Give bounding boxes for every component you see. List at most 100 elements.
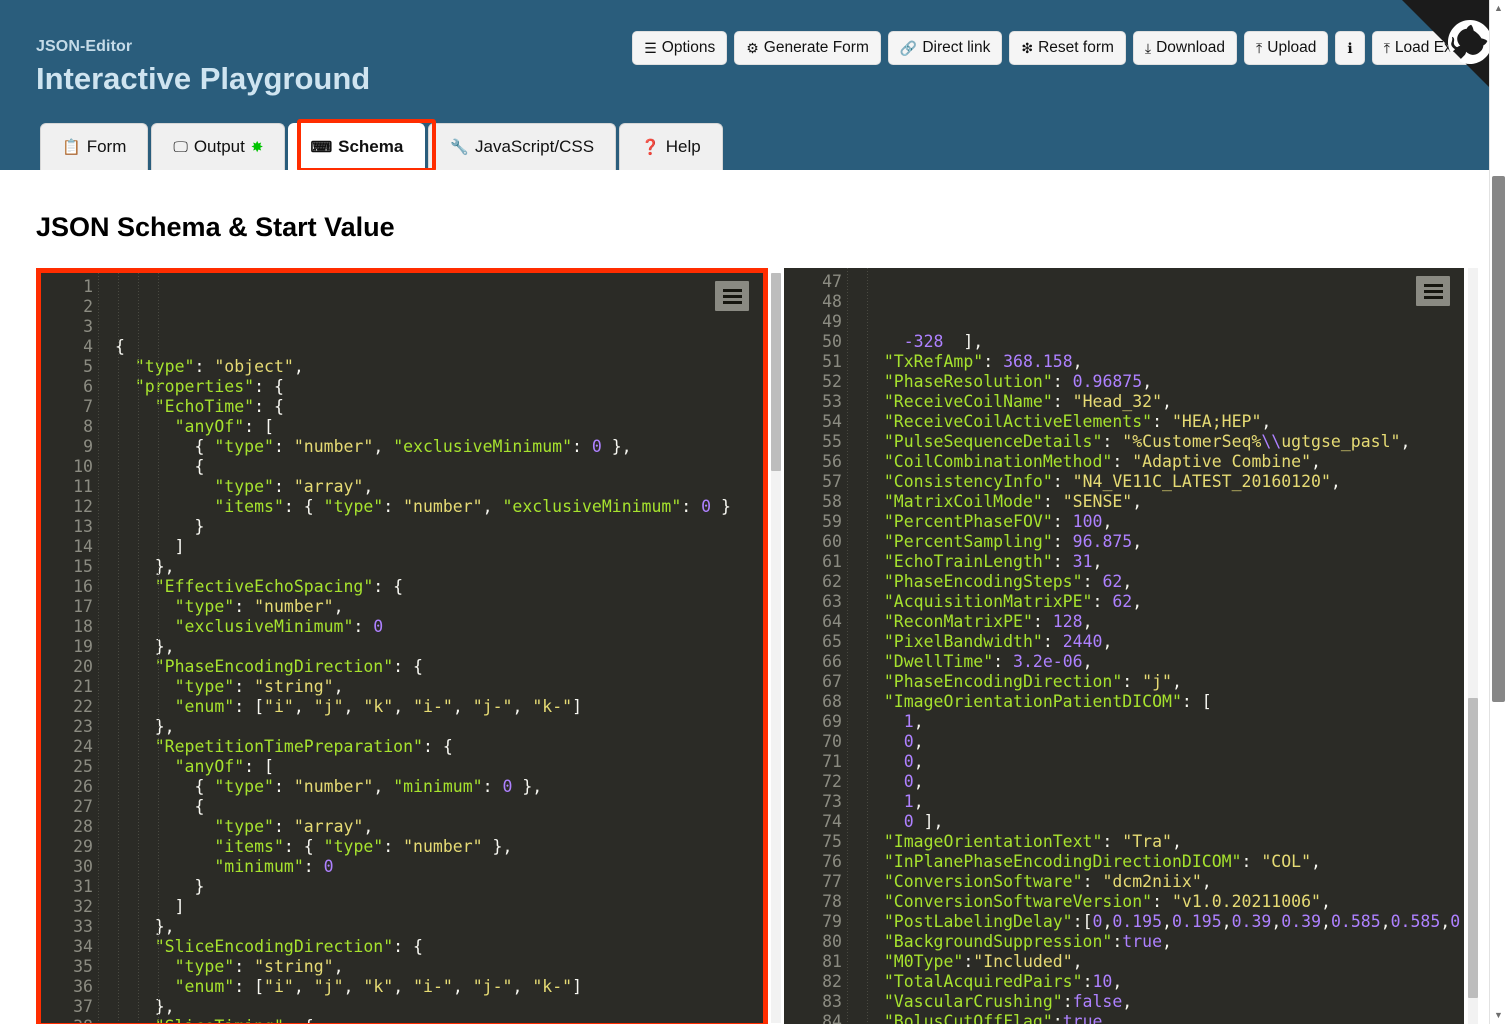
code-token: "exclusiveMinimum" — [502, 497, 682, 516]
code-token: "array" — [293, 477, 364, 496]
code-token: "SliceTiming" — [155, 1017, 284, 1023]
line-number: 4▾ — [41, 337, 109, 357]
code-token: true — [1122, 932, 1163, 951]
code-token: "ReceiveCoilName" — [883, 392, 1053, 411]
code-token: , — [293, 697, 314, 716]
code-token: "EchoTime" — [154, 397, 255, 416]
line-number: 80 — [822, 932, 842, 951]
section-title: JSON Schema & Start Value — [36, 212, 395, 242]
code-token: , — [1132, 492, 1143, 511]
code-token: "type" — [323, 497, 384, 516]
code-token: : — [1042, 632, 1063, 651]
code-token: , — [482, 497, 503, 516]
code-token: "type" — [214, 817, 274, 836]
code-token: : — [1052, 532, 1073, 551]
code-token: , — [373, 777, 394, 796]
code-token: "j" — [313, 977, 344, 996]
code-token: : — [1082, 872, 1103, 891]
line-number: 5▾ — [41, 357, 109, 377]
code-token: , — [1122, 992, 1133, 1011]
page-scrollbar-thumb[interactable] — [1492, 176, 1505, 702]
generate-form-button[interactable]: ⚙ Generate Form — [734, 31, 881, 65]
code-line: "ReconMatrixPE": 128, — [864, 612, 1464, 632]
startval-editor-menu-button[interactable] — [1416, 276, 1450, 306]
schema-editor[interactable]: 1▾23▾4▾5▾67▾8910111213▾14151617▾18192021… — [36, 268, 768, 1024]
code-token: , — [293, 977, 314, 996]
code-token: :[ — [1072, 912, 1093, 931]
schema-editor-scrollbar[interactable] — [771, 273, 781, 1023]
info-button[interactable]: ℹ — [1335, 31, 1365, 65]
line-number: 48 — [822, 292, 842, 311]
code-token: : [ — [234, 977, 265, 996]
code-token: ] — [115, 537, 185, 556]
code-line: "InPlanePhaseEncodingDirectionDICOM": "C… — [864, 852, 1464, 872]
schema-code-area[interactable]: { "type": "object", "properties": { "Ech… — [97, 273, 763, 1023]
download-button[interactable]: ⤓ Download — [1132, 31, 1238, 65]
options-button[interactable]: ☰ Options — [632, 31, 728, 65]
code-token: , — [1400, 432, 1411, 451]
code-line: "TotalAcquiredPairs":10, — [864, 972, 1464, 992]
startval-editor[interactable]: 47484950515253545556575859606162636465▾6… — [784, 268, 1464, 1024]
code-line: "PercentSampling": 96.875, — [864, 532, 1464, 552]
code-token: 0 — [903, 752, 914, 771]
code-token: : — [273, 777, 294, 796]
line-number: 78 — [822, 892, 842, 911]
code-line: "anyOf": [ — [115, 757, 763, 777]
code-line: }, — [115, 917, 763, 937]
line-number: 9 — [83, 437, 93, 456]
gear-icon: ⚙ — [746, 40, 759, 56]
code-line: "items": { "type": "number", "exclusiveM… — [115, 497, 763, 517]
tab-schema[interactable]: ⌨ Schema — [288, 123, 426, 170]
code-token: : — [1092, 592, 1113, 611]
upload-button[interactable]: ⤒ Upload — [1244, 31, 1329, 65]
code-token: : — [1082, 572, 1103, 591]
code-token: , — [1330, 472, 1341, 491]
tab-help[interactable]: ❓ Help — [619, 123, 723, 170]
code-token: }, — [482, 837, 513, 856]
code-token: "i-" — [413, 977, 453, 996]
code-token: "number" — [293, 777, 374, 796]
tab-output[interactable]: 🖵 Output ✸ — [151, 123, 286, 170]
code-token: "Tra" — [1122, 832, 1172, 851]
line-number: 29 — [73, 837, 93, 856]
direct-link-button[interactable]: 🔗 Direct link — [887, 31, 1003, 65]
code-token: , — [1072, 352, 1083, 371]
code-line: "enum": ["i", "j", "k", "i-", "j-", "k-"… — [115, 697, 763, 717]
code-line: } — [115, 517, 763, 537]
line-number: 36 — [73, 977, 93, 996]
schema-editor-menu-button[interactable] — [715, 281, 749, 311]
code-token: "type" — [214, 437, 274, 456]
code-token: -328 — [903, 332, 944, 351]
code-token: "N4_VE11C_LATEST_20160120" — [1072, 472, 1331, 491]
code-token: 10 — [1092, 972, 1113, 991]
page-scrollbar[interactable]: ▲ ▼ — [1489, 0, 1506, 1024]
code-token: "TxRefAmp" — [883, 352, 984, 371]
code-line: "VascularCrushing":false, — [864, 992, 1464, 1012]
line-number: 16 — [73, 577, 93, 596]
editor-pair: 1▾23▾4▾5▾67▾8910111213▾14151617▾18192021… — [36, 268, 1478, 1024]
line-number: 84 — [822, 1012, 842, 1024]
startval-code-area[interactable]: -328 ], "TxRefAmp": 368.158, "PhaseResol… — [846, 268, 1464, 1024]
code-line: "CoilCombinationMethod": "Adaptive Combi… — [864, 452, 1464, 472]
line-number: 27 — [73, 797, 93, 816]
line-number: 61 — [822, 552, 842, 571]
tab-javascript-css[interactable]: 🔧 JavaScript/CSS — [428, 123, 617, 170]
load-example-button[interactable]: ⤒ Load Example — [1371, 31, 1506, 65]
startval-editor-scrollbar[interactable] — [1468, 268, 1478, 1024]
code-token: "anyOf" — [174, 757, 245, 776]
code-token: 3.2e-06 — [1013, 652, 1083, 671]
tab-form[interactable]: 📋 Form — [40, 123, 149, 170]
code-token: "type" — [174, 957, 235, 976]
reset-form-button[interactable]: ❇ Reset form — [1009, 31, 1126, 65]
code-token: : { — [254, 397, 284, 416]
